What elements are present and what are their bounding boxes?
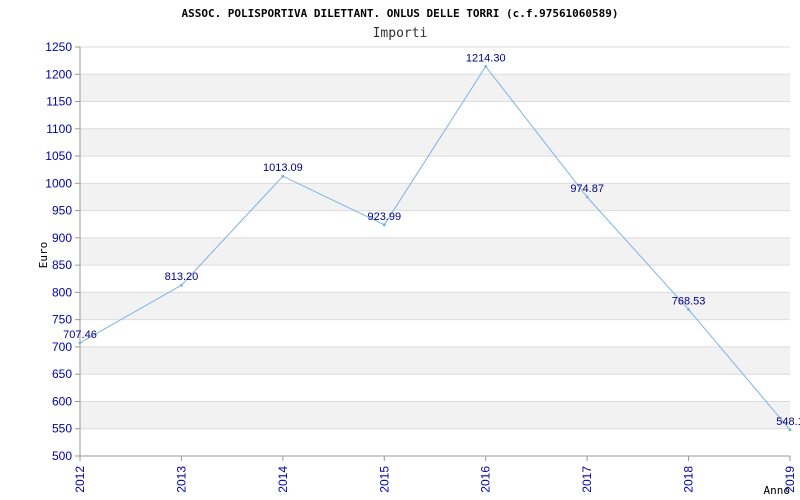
chart-title: ASSOC. POLISPORTIVA DILETTANT. ONLUS DEL… — [181, 7, 618, 20]
y-tick-label: 500 — [52, 449, 72, 463]
data-point — [484, 64, 488, 68]
y-tick-label: 1150 — [46, 95, 72, 109]
grid-band — [80, 74, 790, 102]
data-label: 813.20 — [165, 271, 199, 283]
y-tick-label: 900 — [52, 231, 72, 245]
y-tick-label: 950 — [52, 204, 72, 218]
grid-band — [80, 183, 790, 211]
y-tick-label: 650 — [52, 367, 72, 381]
data-point — [78, 341, 82, 345]
data-point — [788, 428, 792, 432]
data-label: 768.53 — [672, 296, 706, 308]
y-tick-label: 750 — [52, 313, 72, 327]
x-tick-label: 2013 — [174, 466, 188, 493]
y-tick-label: 700 — [52, 340, 72, 354]
y-tick-label: 1250 — [45, 40, 72, 54]
y-tick-label: 550 — [52, 422, 72, 436]
data-label: 1013.09 — [263, 162, 303, 174]
y-axis-label: Euro — [37, 242, 50, 269]
grid-band — [80, 237, 790, 266]
data-label: 1214.30 — [466, 52, 506, 64]
x-axis-label: Anno — [764, 484, 791, 497]
y-tick-label: 1100 — [46, 122, 72, 136]
data-point — [585, 195, 589, 199]
grid-band — [80, 346, 790, 375]
data-label: 548.1 — [776, 416, 800, 428]
grid-band — [80, 401, 790, 429]
data-point — [281, 174, 285, 178]
data-point — [687, 308, 691, 312]
grid-band — [80, 128, 790, 157]
x-tick-label: 2014 — [276, 466, 290, 493]
y-tick-label: 600 — [52, 394, 72, 408]
y-tick-label: 850 — [52, 258, 72, 272]
y-tick-label: 1050 — [45, 149, 72, 163]
chart-subtitle: Importi — [373, 26, 428, 41]
x-tick-label: 2015 — [377, 466, 391, 493]
data-label: 923.99 — [367, 211, 401, 223]
y-tick-label: 1200 — [45, 67, 72, 81]
y-tick-label: 1000 — [45, 176, 72, 190]
x-tick-label: 2017 — [580, 466, 594, 493]
data-point — [382, 223, 386, 227]
line-chart: 500 550 600 650 700 750 800 850 900 950 1000 1050 11… — [37, 7, 800, 497]
y-tick-label: 800 — [52, 285, 72, 299]
x-tick-label: 2012 — [73, 466, 87, 493]
x-tick-labels: 2012 2013 2014 2015 2016 2017 2018 2019 — [73, 466, 797, 493]
data-label: 707.46 — [63, 329, 97, 341]
grid-bands — [80, 74, 790, 429]
data-point — [179, 283, 183, 287]
data-label: 974.87 — [570, 183, 604, 195]
x-tick-label: 2018 — [682, 466, 696, 493]
x-tick-label: 2016 — [479, 466, 493, 493]
